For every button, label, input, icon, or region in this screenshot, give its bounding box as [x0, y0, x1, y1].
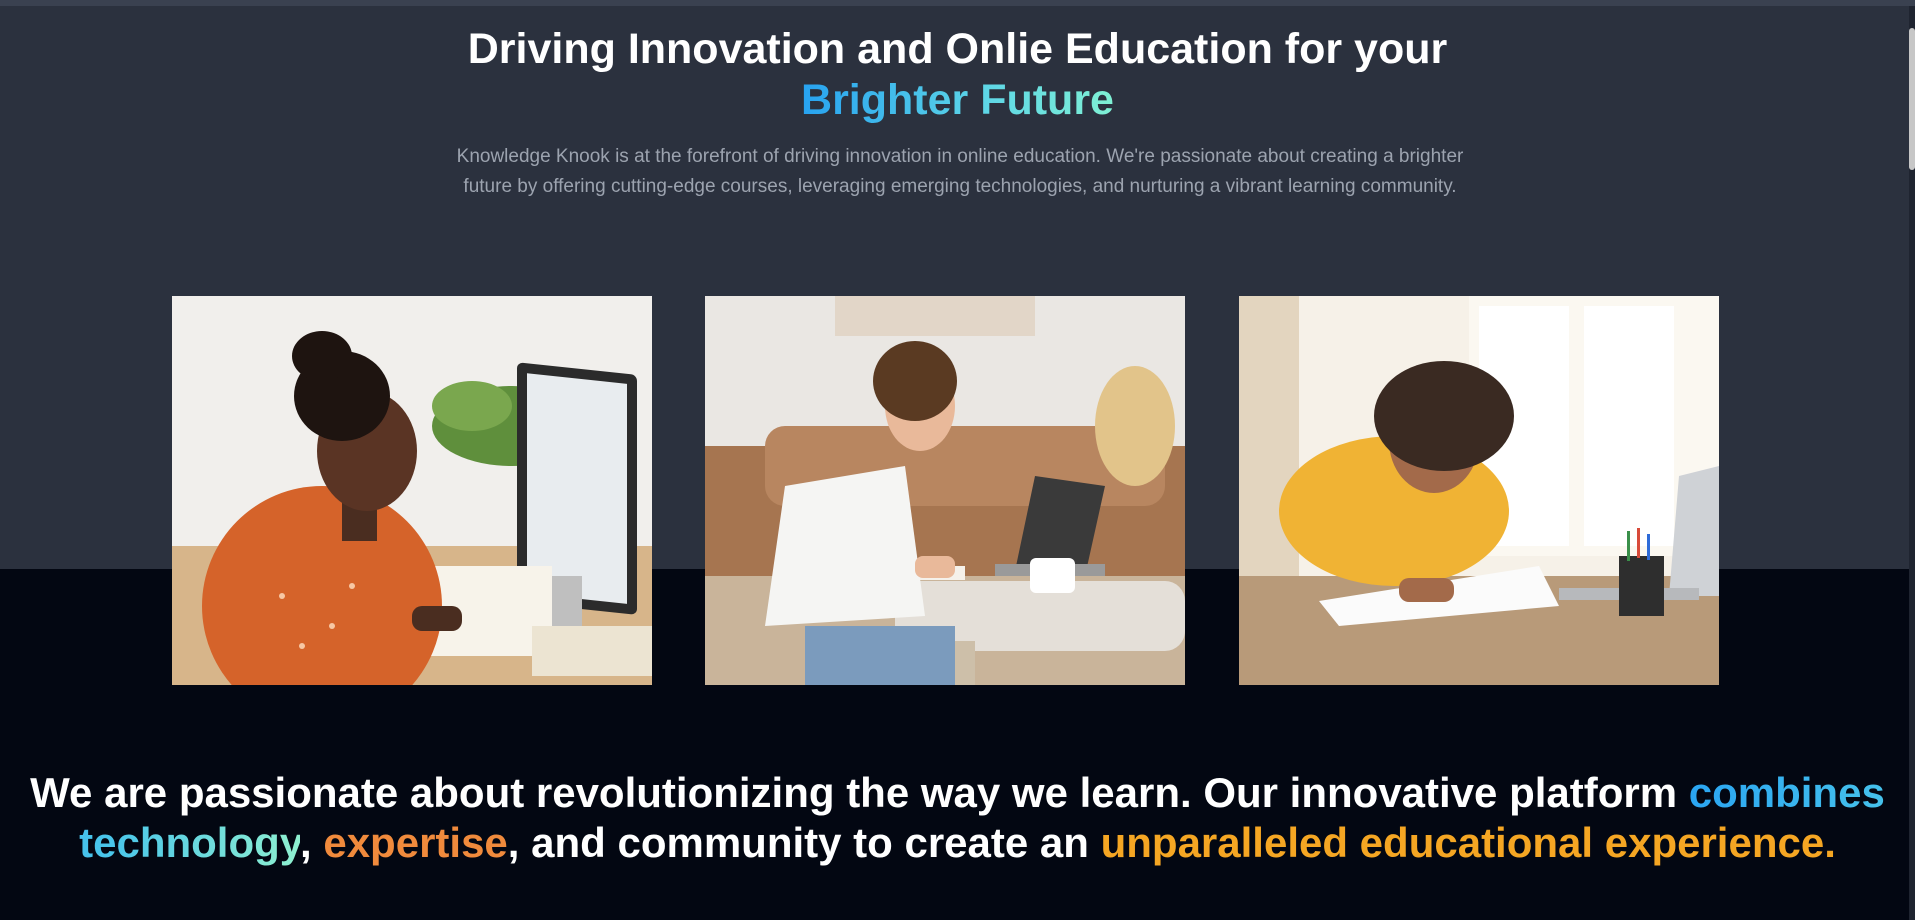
statement-comma: ,	[300, 819, 324, 866]
woman-at-desktop-computer-photo	[172, 296, 652, 685]
woman-writing-with-laptop-photo	[705, 296, 1185, 685]
woman-writing-at-table-photo	[1239, 296, 1719, 685]
scrollbar-thumb[interactable]	[1909, 28, 1915, 170]
hero-title-line1: Driving Innovation and Onlie Education f…	[467, 25, 1448, 73]
statement-experience-highlight: unparalleled educational experience.	[1100, 819, 1836, 866]
statement-part1: We are passionate about revolutionizing …	[30, 769, 1689, 816]
hero-title-highlight: Brighter Future	[801, 76, 1114, 124]
mission-statement: We are passionate about revolutionizing …	[0, 768, 1915, 868]
statement-part2: , and community to create an	[507, 819, 1101, 866]
hero-title: Driving Innovation and Onlie Education f…	[0, 24, 1915, 126]
hero-description: Knowledge Knook is at the forefront of d…	[456, 146, 1464, 197]
statement-expertise-highlight: expertise	[323, 819, 508, 866]
